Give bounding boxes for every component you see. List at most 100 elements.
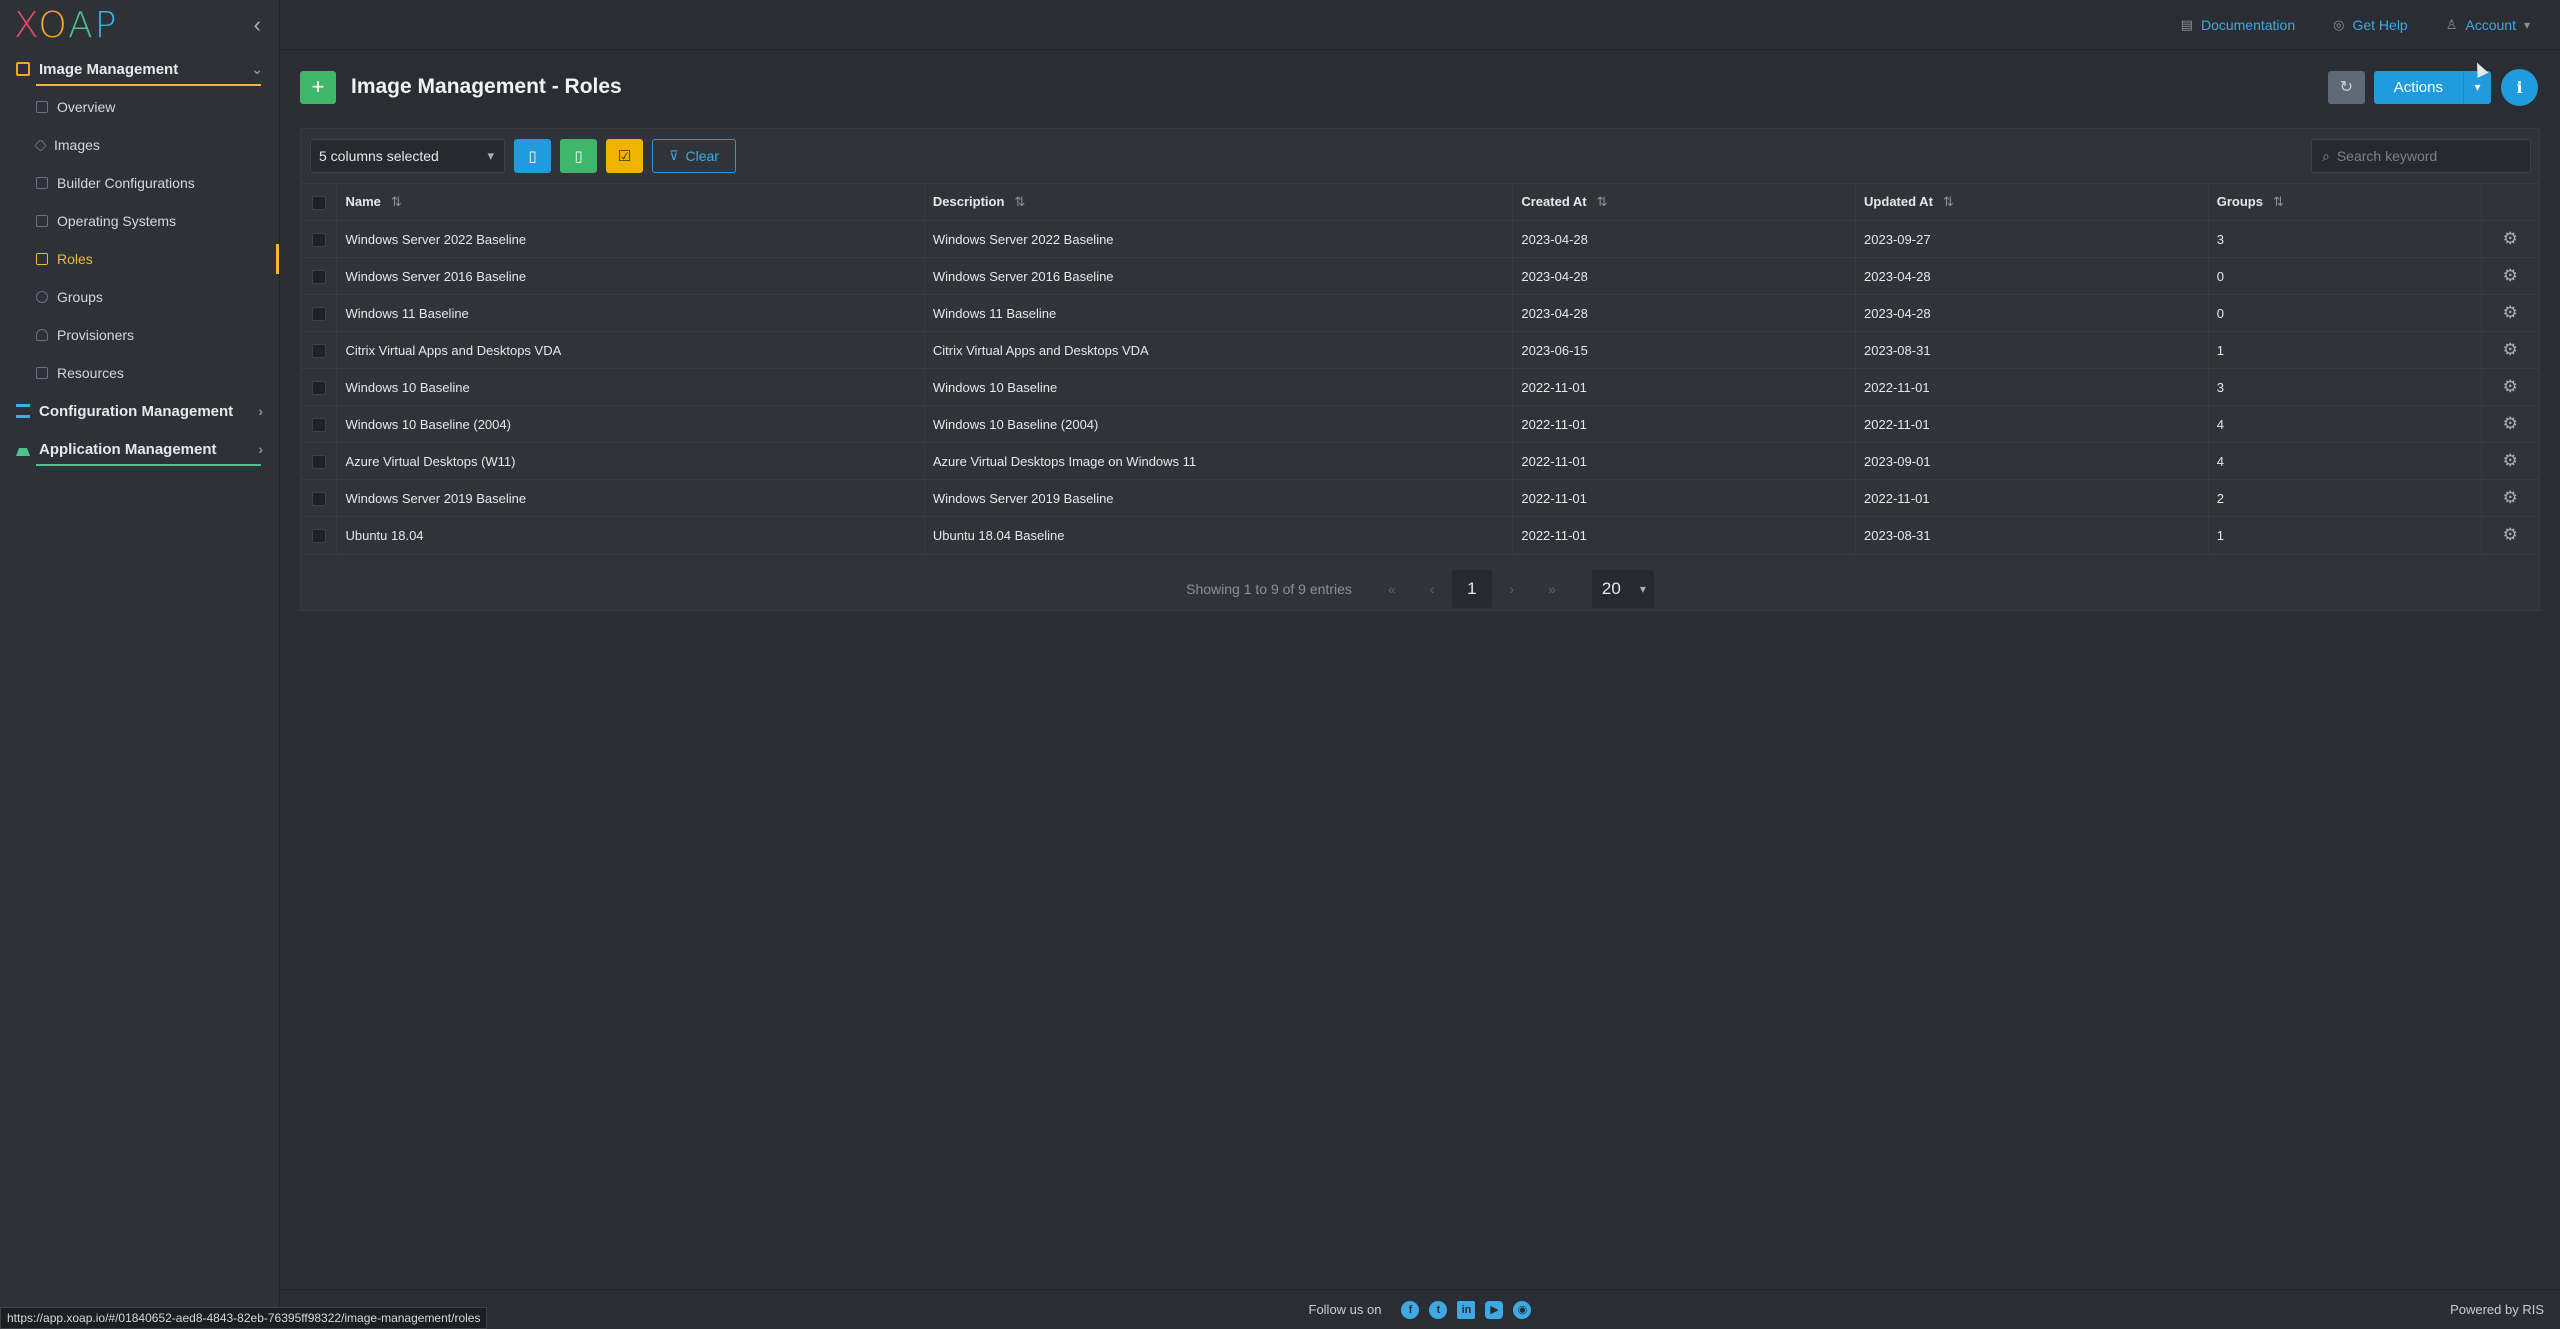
add-role-button[interactable]: + [300, 70, 336, 104]
header-groups[interactable]: Groups ⇅ [2207, 183, 2481, 221]
header-description[interactable]: Description ⇅ [923, 183, 1513, 221]
gear-icon[interactable]: ⚙ [2503, 229, 2518, 248]
gear-icon[interactable]: ⚙ [2503, 303, 2518, 322]
youtube-icon[interactable]: ▶ [1485, 1300, 1504, 1319]
columns-select[interactable]: 5 columns selected ▾ [310, 139, 505, 173]
facebook-icon[interactable]: f [1401, 1300, 1420, 1319]
cell-name[interactable]: Azure Virtual Desktops (W11) [336, 442, 925, 480]
cell-updated-at: 2023-04-28 [1855, 294, 2209, 332]
info-button[interactable]: i [2501, 68, 2538, 106]
sidebar-section-image-management[interactable]: Image Management ⌄ [0, 50, 279, 88]
cell-updated-at: 2023-09-01 [1855, 442, 2209, 480]
table-row[interactable]: Citrix Virtual Apps and Desktops VDA Cit… [301, 331, 2539, 369]
table-row[interactable]: Windows Server 2022 Baseline Windows Ser… [301, 220, 2539, 258]
cell-name[interactable]: Windows Server 2022 Baseline [336, 220, 925, 258]
export-excel-button[interactable]: ▯ [560, 139, 597, 173]
cell-name[interactable]: Windows Server 2019 Baseline [336, 479, 925, 517]
account-menu[interactable]: ♙ Account ▾ [2446, 17, 2530, 33]
cell-created-at: 2023-04-28 [1512, 294, 1856, 332]
row-checkbox[interactable] [311, 491, 326, 506]
cell-updated-at: 2023-04-28 [1855, 257, 2209, 295]
row-checkbox[interactable] [311, 529, 326, 544]
chevron-right-icon: › [258, 403, 263, 419]
book-icon: ▤ [2180, 16, 2193, 32]
sidebar-item-resources[interactable]: Resources [0, 354, 279, 392]
row-select-cell [301, 405, 337, 443]
first-page-button[interactable]: « [1372, 570, 1412, 608]
header-name[interactable]: Name ⇅ [336, 183, 925, 221]
row-checkbox[interactable] [311, 232, 326, 247]
sort-icon[interactable]: ⇅ [1943, 194, 1954, 209]
per-page-select[interactable]: 20 ▾ [1591, 570, 1654, 608]
cell-name[interactable]: Windows 11 Baseline [336, 294, 925, 332]
sort-icon[interactable]: ⇅ [391, 194, 402, 209]
sidebar-item-operating-systems[interactable]: Operating Systems [0, 202, 279, 240]
sidebar-item-overview[interactable]: Overview [0, 88, 279, 126]
header-updated-at[interactable]: Updated At ⇅ [1855, 183, 2209, 221]
twitter-icon[interactable]: t [1429, 1300, 1448, 1319]
next-page-button[interactable]: › [1492, 570, 1532, 608]
table-row[interactable]: Azure Virtual Desktops (W11) Azure Virtu… [301, 442, 2539, 480]
row-checkbox[interactable] [311, 454, 326, 469]
gear-icon[interactable]: ⚙ [2503, 377, 2518, 396]
gear-icon[interactable]: ⚙ [2503, 340, 2518, 359]
gear-icon[interactable]: ⚙ [2503, 414, 2518, 433]
table-row[interactable]: Windows 11 Baseline Windows 11 Baseline … [301, 294, 2539, 332]
sidebar-section-configuration-management[interactable]: Configuration Management › [0, 392, 279, 430]
cell-name[interactable]: Ubuntu 18.04 [336, 516, 925, 554]
row-actions-cell: ⚙ [2480, 368, 2539, 406]
search-box: ⌕ [2311, 139, 2531, 173]
cell-updated-at: 2022-11-01 [1855, 405, 2209, 443]
row-checkbox[interactable] [311, 417, 326, 432]
sidebar-section-application-management[interactable]: Application Management › [0, 430, 279, 468]
cell-name[interactable]: Windows 10 Baseline [336, 368, 925, 406]
sidebar-item-roles[interactable]: Roles [0, 240, 279, 278]
row-checkbox[interactable] [311, 380, 326, 395]
export-csv-button[interactable]: ▯ [514, 139, 551, 173]
sort-icon[interactable]: ⇅ [1597, 194, 1608, 209]
sidebar-item-groups[interactable]: Groups [0, 278, 279, 316]
row-actions-cell: ⚙ [2480, 220, 2539, 258]
sidebar-item-builder-configurations[interactable]: Builder Configurations [0, 164, 279, 202]
github-icon[interactable]: ◉ [1513, 1300, 1532, 1319]
row-checkbox[interactable] [311, 306, 326, 321]
sort-icon[interactable]: ⇅ [2273, 194, 2284, 209]
gear-icon[interactable]: ⚙ [2503, 266, 2518, 285]
page-button[interactable]: 1 [1451, 570, 1492, 608]
actions-dropdown[interactable]: Actions ▾ [2373, 70, 2491, 104]
get-help-link[interactable]: ◎ Get Help [2333, 17, 2408, 33]
documentation-link[interactable]: ▤ Documentation [2181, 17, 2295, 33]
last-page-button[interactable]: » [1532, 570, 1572, 608]
search-input[interactable] [2336, 148, 2507, 164]
cell-name[interactable]: Windows 10 Baseline (2004) [336, 405, 925, 443]
images-icon [34, 138, 47, 152]
table-row[interactable]: Windows 10 Baseline (2004) Windows 10 Ba… [301, 405, 2539, 443]
refresh-button[interactable]: ↻ [2327, 70, 2365, 104]
xoap-logo[interactable]: XOAP [14, 5, 118, 46]
row-checkbox[interactable] [311, 343, 326, 358]
search-icon: ⌕ [2322, 147, 2330, 164]
sidebar-item-provisioners[interactable]: Provisioners [0, 316, 279, 354]
cell-name[interactable]: Windows Server 2016 Baseline [336, 257, 925, 295]
row-actions-cell: ⚙ [2480, 405, 2539, 443]
sidebar-item-images[interactable]: Images [0, 126, 279, 164]
table-row[interactable]: Windows Server 2019 Baseline Windows Ser… [301, 479, 2539, 517]
gear-icon[interactable]: ⚙ [2503, 488, 2518, 507]
select-all-checkbox[interactable] [311, 195, 326, 210]
table-row[interactable]: Ubuntu 18.04 Ubuntu 18.04 Baseline 2022-… [301, 516, 2539, 554]
select-all-button[interactable]: ☑ [606, 139, 643, 173]
linkedin-icon[interactable]: in [1457, 1300, 1476, 1319]
gear-icon[interactable]: ⚙ [2503, 451, 2518, 470]
table-row[interactable]: Windows 10 Baseline Windows 10 Baseline … [301, 368, 2539, 406]
pagination: Showing 1 to 9 of 9 entries « ‹ 1 › » 20… [301, 553, 2539, 624]
collapse-sidebar-icon[interactable]: ‹ [254, 12, 261, 38]
gear-icon[interactable]: ⚙ [2503, 525, 2518, 544]
prev-page-button[interactable]: ‹ [1412, 570, 1452, 608]
cell-name[interactable]: Citrix Virtual Apps and Desktops VDA [336, 331, 925, 369]
sort-icon[interactable]: ⇅ [1014, 194, 1025, 209]
clear-filters-button[interactable]: ⊽ Clear [652, 139, 736, 173]
header-created-at[interactable]: Created At ⇅ [1512, 183, 1856, 221]
section-underline [36, 464, 261, 466]
table-row[interactable]: Windows Server 2016 Baseline Windows Ser… [301, 257, 2539, 295]
row-checkbox[interactable] [311, 269, 326, 284]
